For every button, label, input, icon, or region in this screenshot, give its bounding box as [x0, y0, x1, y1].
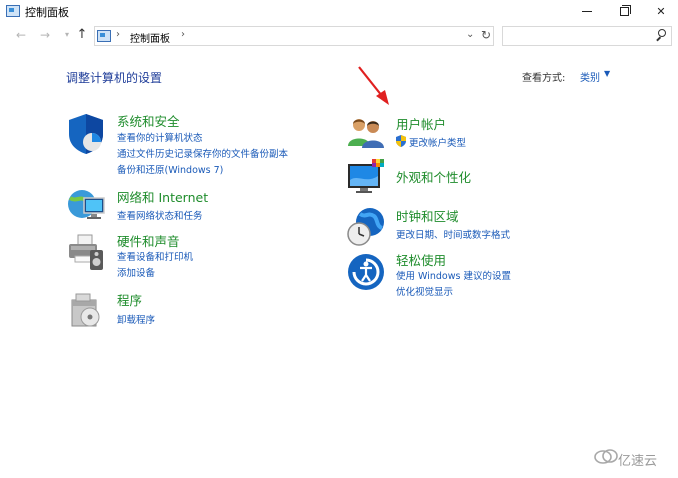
category-title-ease-of-access[interactable]: 轻松使用 [396, 250, 446, 269]
category-title-system-security[interactable]: 系统和安全 [117, 111, 180, 130]
title-bar: 控制面板 ✕ [0, 0, 678, 24]
link-uninstall-program[interactable]: 卸载程序 [117, 312, 155, 326]
link-devices-printers[interactable]: 查看设备和打印机 [117, 249, 193, 263]
navigation-bar: ← → ▾ ↑ › 控制面板 › ⌄ ↻ [0, 24, 678, 49]
link-change-date-time-format[interactable]: 更改日期、时间或数字格式 [396, 227, 510, 241]
annotation-arrow-icon [358, 66, 389, 105]
uac-shield-icon [396, 135, 406, 147]
printer-icon[interactable] [66, 232, 106, 272]
close-icon: ✕ [656, 4, 666, 18]
category-title-appearance[interactable]: 外观和个性化 [396, 167, 471, 186]
breadcrumb-separator[interactable]: › [116, 29, 120, 40]
watermark-logo-icon [594, 449, 618, 464]
up-button[interactable]: ↑ [75, 27, 89, 43]
category-title-clock-region[interactable]: 时钟和区域 [396, 206, 459, 225]
restore-icon [619, 4, 631, 16]
breadcrumb-control-panel[interactable]: 控制面板 [130, 30, 170, 45]
clock-globe-icon[interactable] [346, 206, 386, 248]
link-backup-restore[interactable]: 备份和还原(Windows 7) [117, 162, 223, 176]
recent-locations-button[interactable]: ▾ [60, 27, 74, 43]
category-title-hardware-sound[interactable]: 硬件和声音 [117, 231, 180, 250]
window-title: 控制面板 [25, 6, 69, 19]
category-title-programs[interactable]: 程序 [117, 290, 142, 309]
link-add-device[interactable]: 添加设备 [117, 265, 155, 279]
link-file-history-backup[interactable]: 通过文件历史记录保存你的文件备份副本 [117, 146, 288, 160]
search-icon[interactable] [656, 29, 666, 42]
link-optimize-visual-display[interactable]: 优化视觉显示 [396, 284, 453, 298]
control-panel-icon [97, 30, 111, 42]
search-input[interactable] [503, 30, 653, 49]
link-change-account-type[interactable]: 更改帐户类型 [409, 135, 466, 149]
maximize-button[interactable] [607, 0, 641, 22]
category-title-network-internet[interactable]: 网络和 Internet [117, 187, 208, 206]
breadcrumb-separator[interactable]: › [181, 29, 185, 40]
view-by-label: 查看方式: [522, 73, 566, 84]
link-network-status[interactable]: 查看网络状态和任务 [117, 208, 203, 222]
link-windows-recommended-settings[interactable]: 使用 Windows 建议的设置 [396, 268, 511, 282]
network-globe-icon[interactable] [66, 186, 106, 224]
view-by-dropdown-arrow-icon[interactable]: ▼ [604, 69, 610, 78]
shield-icon[interactable] [66, 112, 106, 156]
ease-of-access-icon[interactable] [346, 252, 386, 292]
close-button[interactable]: ✕ [644, 0, 678, 22]
search-box[interactable] [502, 26, 672, 49]
forward-button[interactable]: → [38, 27, 52, 43]
address-bar[interactable]: › 控制面板 › ⌄ ↻ [94, 26, 494, 46]
minimize-icon [582, 10, 592, 12]
page-heading: 调整计算机的设置 [66, 71, 163, 85]
category-title-user-accounts[interactable]: 用户帐户 [396, 114, 446, 133]
monitor-palette-icon[interactable] [346, 158, 388, 196]
address-dropdown-icon[interactable]: ⌄ [466, 29, 474, 40]
refresh-icon[interactable]: ↻ [481, 28, 491, 42]
control-panel-icon [6, 5, 20, 17]
link-view-computer-status[interactable]: 查看你的计算机状态 [117, 130, 203, 144]
minimize-button[interactable] [570, 0, 604, 22]
back-button[interactable]: ← [14, 27, 28, 43]
view-by-dropdown[interactable]: 类别 [580, 69, 600, 84]
users-icon[interactable] [346, 114, 386, 150]
watermark-text: 亿速云 [618, 454, 658, 469]
programs-icon[interactable] [68, 290, 104, 330]
